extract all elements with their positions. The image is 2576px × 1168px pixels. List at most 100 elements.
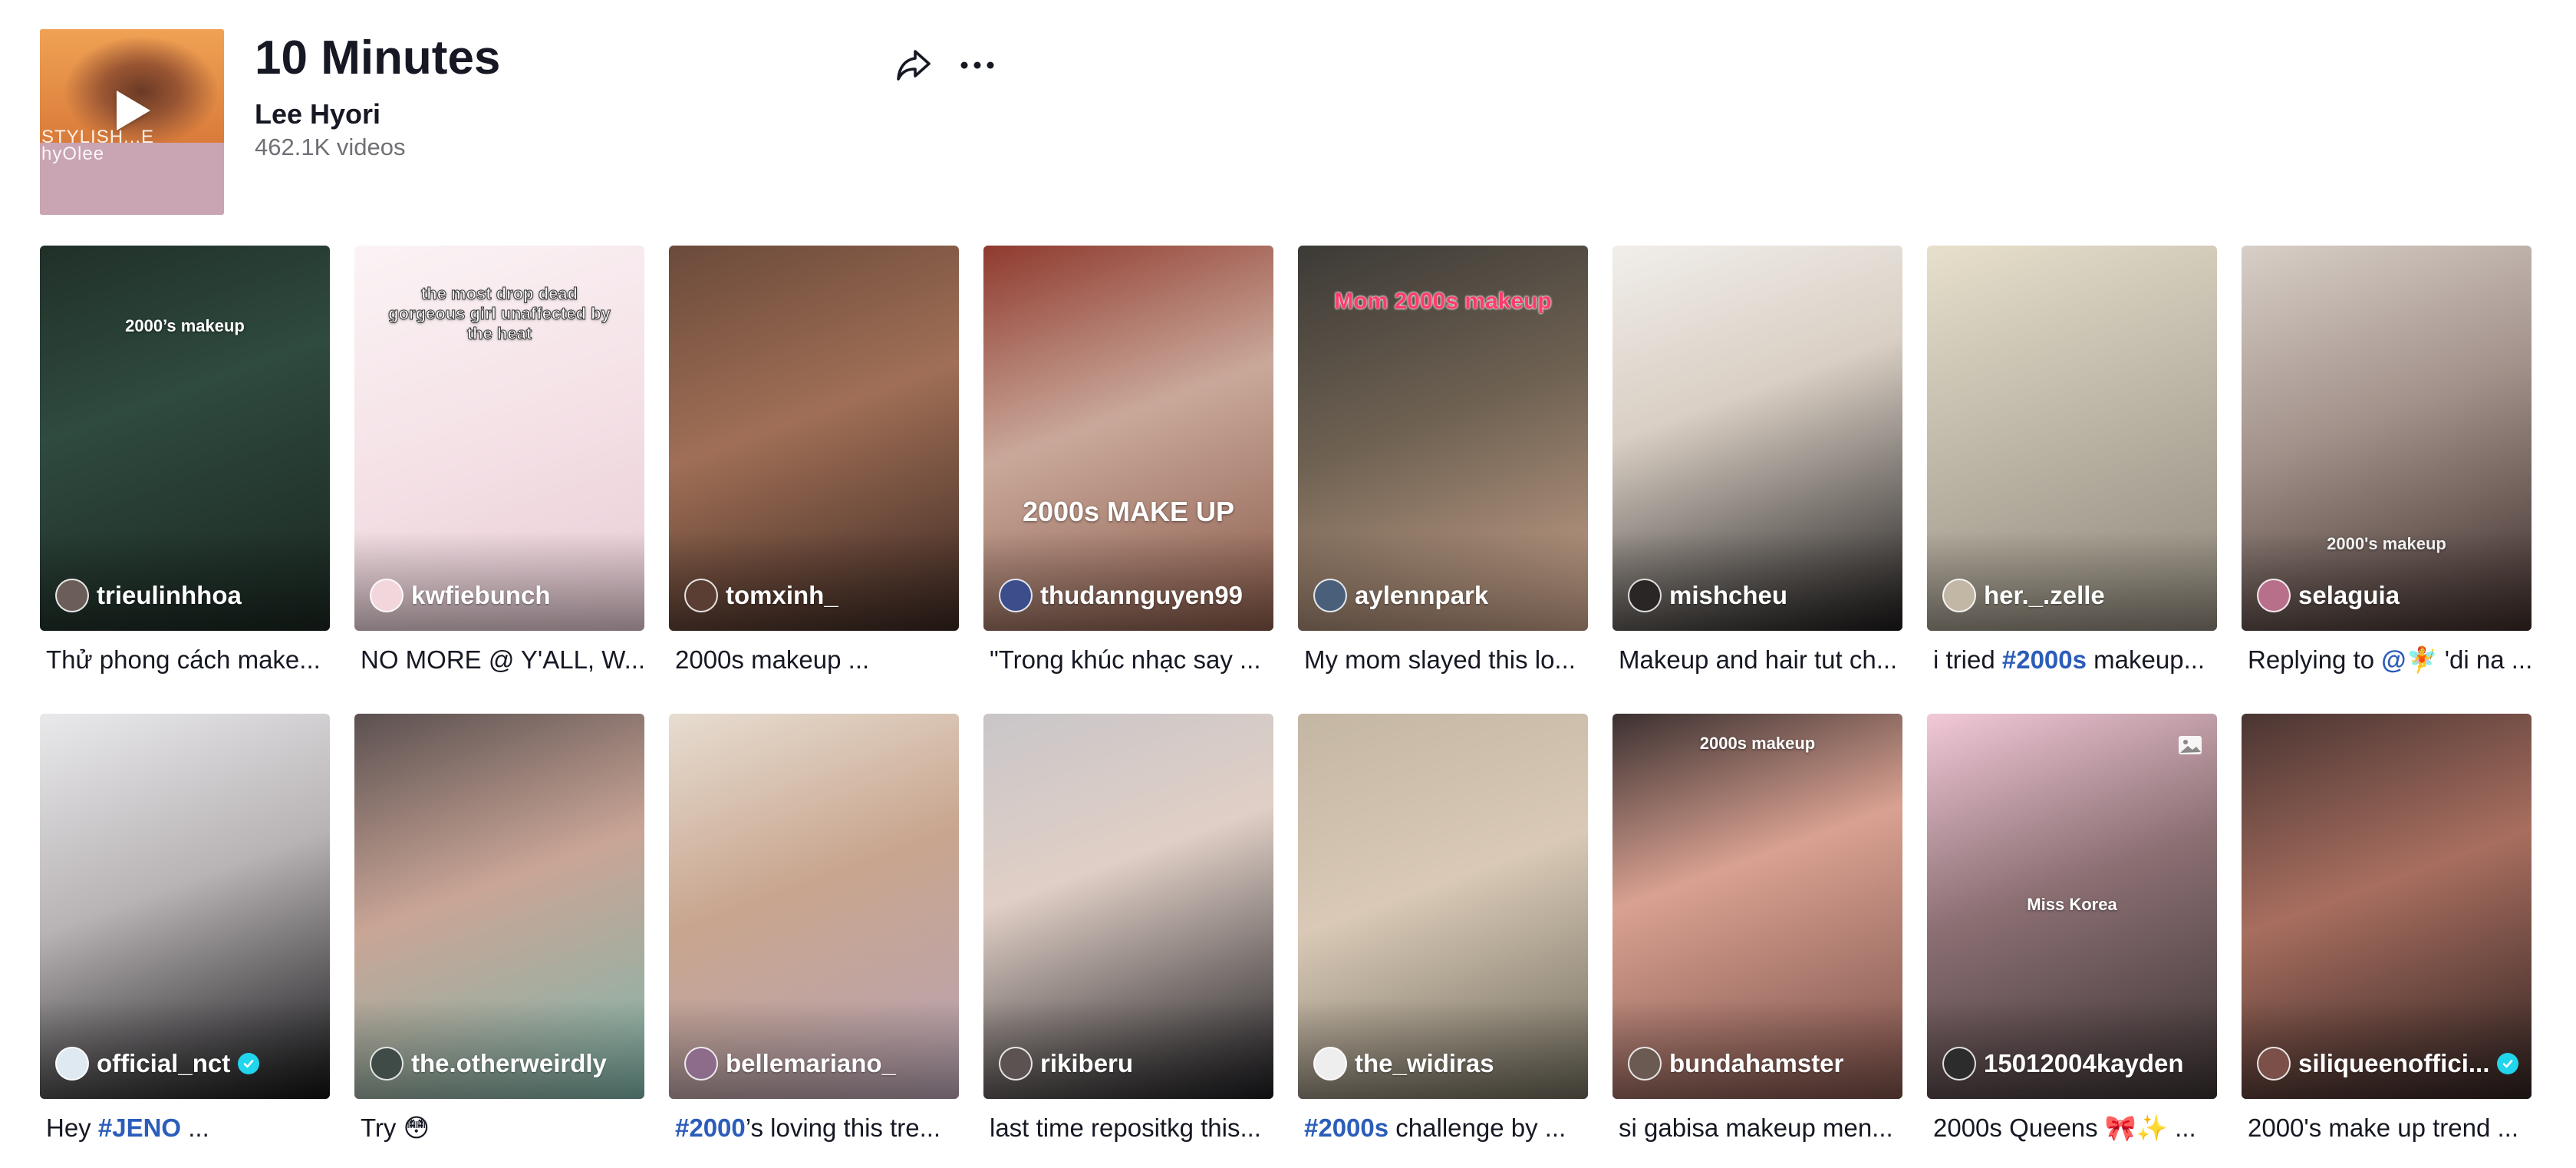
- creator-name[interactable]: mishcheu: [1669, 581, 1787, 610]
- video-card[interactable]: 2000s makeup bundahamster si gabisa makeup…: [1612, 714, 1902, 1145]
- creator-info[interactable]: trieulinhhoa: [55, 579, 319, 612]
- avatar[interactable]: [2257, 1047, 2291, 1081]
- video-thumbnail[interactable]: the most drop dead gorgeous girl unaffec…: [354, 246, 644, 631]
- video-thumbnail[interactable]: 2000s MAKE UP thudannguyen99: [983, 246, 1273, 631]
- creator-name[interactable]: trieulinhhoa: [97, 581, 242, 610]
- video-thumbnail[interactable]: 2000s makeup bundahamster: [1612, 714, 1902, 1099]
- video-thumbnail[interactable]: Miss Korea 15012004kayden: [1927, 714, 2217, 1099]
- video-caption[interactable]: si gabisa makeup men...: [1612, 1111, 1902, 1145]
- video-thumbnail[interactable]: mishcheu: [1612, 246, 1902, 631]
- video-card[interactable]: the most drop dead gorgeous girl unaffec…: [354, 246, 644, 677]
- video-card[interactable]: 2000s MAKE UP thudannguyen99 "Trong khúc n…: [983, 246, 1273, 677]
- video-thumbnail[interactable]: siliqueenoffici...: [2242, 714, 2532, 1099]
- video-caption[interactable]: My mom slayed this lo...: [1298, 643, 1588, 677]
- creator-info[interactable]: the_widiras: [1313, 1047, 1577, 1081]
- video-card[interactable]: bellemariano_ #2000’s loving this tre...: [669, 714, 959, 1145]
- video-thumbnail[interactable]: rikiberu: [983, 714, 1273, 1099]
- video-thumbnail[interactable]: the_widiras: [1298, 714, 1588, 1099]
- video-thumbnail[interactable]: Mom 2000s makeup aylennpark: [1298, 246, 1588, 631]
- video-card[interactable]: the_widiras #2000s challenge by ...: [1298, 714, 1588, 1145]
- creator-name[interactable]: rikiberu: [1040, 1049, 1133, 1078]
- video-caption[interactable]: 2000s Queens 🎀✨ ...: [1927, 1111, 2217, 1145]
- caption-hashtag[interactable]: #2000s: [1304, 1114, 1388, 1142]
- avatar[interactable]: [55, 1047, 89, 1081]
- avatar[interactable]: [55, 579, 89, 612]
- creator-name[interactable]: bundahamster: [1669, 1049, 1843, 1078]
- video-caption[interactable]: Makeup and hair tut ch...: [1612, 643, 1902, 677]
- avatar[interactable]: [684, 579, 718, 612]
- avatar[interactable]: [1313, 579, 1347, 612]
- avatar[interactable]: [999, 1047, 1033, 1081]
- video-caption[interactable]: Replying to @🧚 'di na ...: [2242, 643, 2532, 677]
- video-thumbnail[interactable]: her._.zelle: [1927, 246, 2217, 631]
- video-caption[interactable]: Thử phong cách make...: [40, 643, 330, 677]
- video-caption[interactable]: "Trong khúc nhạc say ...: [983, 643, 1273, 677]
- creator-name[interactable]: 15012004kayden: [1984, 1049, 2184, 1078]
- video-caption[interactable]: #2000’s loving this tre...: [669, 1111, 959, 1145]
- sound-cover[interactable]: STYLISH...E hyOlee: [40, 29, 224, 215]
- video-card[interactable]: 2000's makeupselaguia Replying to @🧚 'di …: [2242, 246, 2532, 677]
- avatar[interactable]: [2257, 579, 2291, 612]
- share-button[interactable]: [893, 45, 934, 86]
- avatar[interactable]: [1628, 1047, 1662, 1081]
- creator-info[interactable]: kwfiebunch: [370, 579, 634, 612]
- video-card[interactable]: 2000’s makeup trieulinhhoa Thử phong cách …: [40, 246, 330, 677]
- avatar[interactable]: [370, 1047, 404, 1081]
- avatar[interactable]: [1313, 1047, 1347, 1081]
- creator-name[interactable]: official_nct: [97, 1049, 230, 1078]
- video-card[interactable]: Miss Korea 15012004kayden 2000s Queens 🎀✨ …: [1927, 714, 2217, 1145]
- video-thumbnail[interactable]: 2000’s makeup trieulinhhoa: [40, 246, 330, 631]
- video-thumbnail[interactable]: the.otherweirdly: [354, 714, 644, 1099]
- creator-info[interactable]: official_nct: [55, 1047, 319, 1081]
- creator-info[interactable]: the.otherweirdly: [370, 1047, 634, 1081]
- video-caption[interactable]: last time repositkg this...: [983, 1111, 1273, 1145]
- creator-info[interactable]: bellemariano_: [684, 1047, 948, 1081]
- artist-name[interactable]: Lee Hyori: [255, 98, 380, 130]
- creator-name[interactable]: her._.zelle: [1984, 581, 2105, 610]
- avatar[interactable]: [370, 579, 404, 612]
- video-thumbnail[interactable]: bellemariano_: [669, 714, 959, 1099]
- video-caption[interactable]: i tried #2000s makeup...: [1927, 643, 2217, 677]
- video-caption[interactable]: 2000s makeup ...: [669, 643, 959, 677]
- creator-name[interactable]: bellemariano_: [726, 1049, 896, 1078]
- avatar[interactable]: [999, 579, 1033, 612]
- video-card[interactable]: siliqueenoffici... 2000's make up trend .…: [2242, 714, 2532, 1145]
- creator-name[interactable]: siliqueenoffici...: [2298, 1049, 2489, 1078]
- creator-name[interactable]: the_widiras: [1355, 1049, 1494, 1078]
- creator-info[interactable]: mishcheu: [1628, 579, 1892, 612]
- creator-info[interactable]: tomxinh_: [684, 579, 948, 612]
- play-icon[interactable]: [117, 91, 150, 130]
- video-thumbnail[interactable]: official_nct: [40, 714, 330, 1099]
- caption-hashtag[interactable]: #2000s: [2002, 645, 2087, 674]
- creator-info[interactable]: aylennpark: [1313, 579, 1577, 612]
- video-card[interactable]: rikiberu last time repositkg this...: [983, 714, 1273, 1145]
- video-caption[interactable]: Try 😳: [354, 1111, 644, 1145]
- video-caption[interactable]: Hey #JENO ...: [40, 1111, 330, 1145]
- video-card[interactable]: official_nct Hey #JENO ...: [40, 714, 330, 1145]
- video-caption[interactable]: #2000s challenge by ...: [1298, 1111, 1588, 1145]
- caption-hashtag[interactable]: @🧚: [2381, 645, 2437, 674]
- video-thumbnail[interactable]: 2000's makeupselaguia: [2242, 246, 2532, 631]
- video-card[interactable]: the.otherweirdly Try 😳: [354, 714, 644, 1145]
- creator-info[interactable]: 15012004kayden: [1942, 1047, 2206, 1081]
- video-caption[interactable]: NO MORE @ Y'ALL, W...: [354, 643, 644, 677]
- avatar[interactable]: [684, 1047, 718, 1081]
- creator-info[interactable]: rikiberu: [999, 1047, 1263, 1081]
- creator-info[interactable]: her._.zelle: [1942, 579, 2206, 612]
- video-card[interactable]: mishcheu Makeup and hair tut ch...: [1612, 246, 1902, 677]
- video-caption[interactable]: 2000's make up trend ...: [2242, 1111, 2532, 1145]
- creator-name[interactable]: the.otherweirdly: [411, 1049, 607, 1078]
- more-options-button[interactable]: [954, 45, 1000, 86]
- creator-info[interactable]: thudannguyen99: [999, 579, 1263, 612]
- creator-name[interactable]: tomxinh_: [726, 581, 838, 610]
- video-card[interactable]: her._.zellei tried #2000s makeup...: [1927, 246, 2217, 677]
- creator-info[interactable]: siliqueenoffici...: [2257, 1047, 2521, 1081]
- creator-name[interactable]: kwfiebunch: [411, 581, 551, 610]
- video-thumbnail[interactable]: tomxinh_: [669, 246, 959, 631]
- video-card[interactable]: Mom 2000s makeup aylennpark My mom slayed …: [1298, 246, 1588, 677]
- caption-hashtag[interactable]: #2000: [675, 1114, 746, 1142]
- creator-info[interactable]: bundahamster: [1628, 1047, 1892, 1081]
- creator-name[interactable]: aylennpark: [1355, 581, 1488, 610]
- creator-name[interactable]: selaguia: [2298, 581, 2400, 610]
- avatar[interactable]: [1942, 1047, 1976, 1081]
